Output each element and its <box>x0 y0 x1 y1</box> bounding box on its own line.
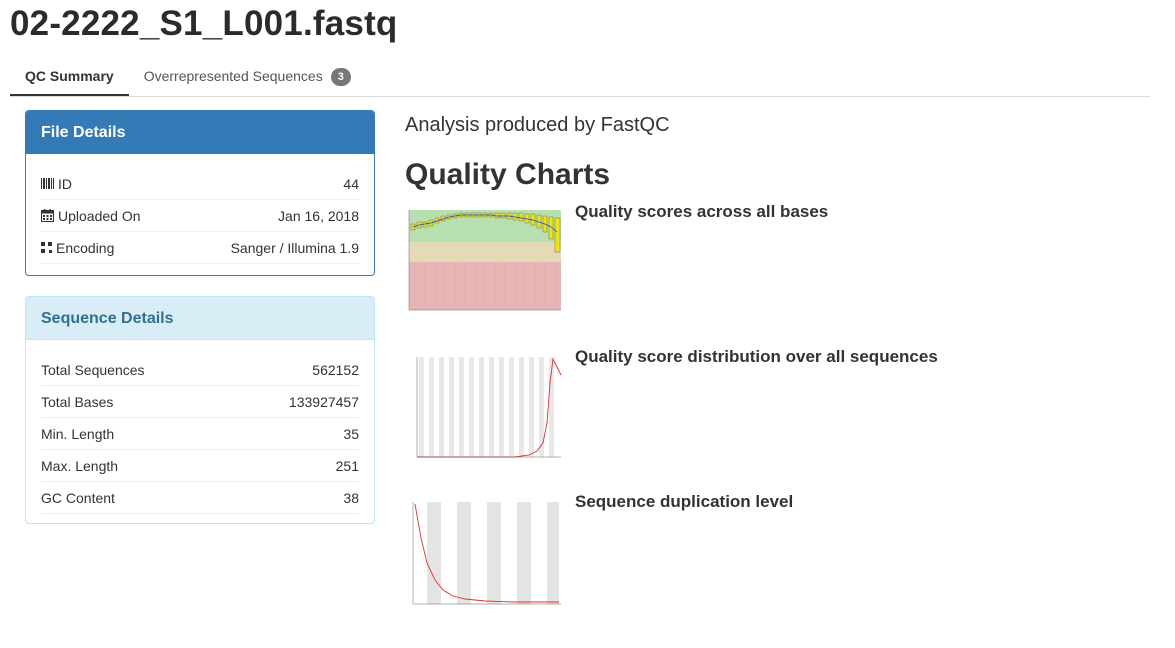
detail-value: 44 <box>343 175 359 192</box>
chart-item-per-base-quality: Quality scores across all bases <box>405 202 1105 318</box>
chart-caption: Quality scores across all bases <box>575 202 829 221</box>
detail-row-gc-content: GC Content 38 <box>41 482 359 514</box>
qrcode-icon <box>41 242 52 253</box>
detail-label: Total Sequences <box>41 361 145 378</box>
quality-score-distribution-thumbnail[interactable] <box>405 353 565 463</box>
detail-value: 35 <box>343 425 359 442</box>
file-details-heading: File Details <box>26 111 374 154</box>
page-title: 02-2222_S1_L001.fastq <box>10 4 398 43</box>
tab-qc-summary[interactable]: QC Summary <box>10 58 129 96</box>
detail-row-max-length: Max. Length 251 <box>41 450 359 482</box>
chart-caption: Sequence duplication level <box>575 492 794 511</box>
chart-item-sequence-duplication: Sequence duplication level <box>405 492 1105 608</box>
tab-label: QC Summary <box>25 68 114 84</box>
tab-overrepresented-sequences[interactable]: Overrepresented Sequences 3 <box>129 58 366 96</box>
detail-label: Total Bases <box>41 393 114 410</box>
count-badge: 3 <box>330 68 351 86</box>
per-base-quality-thumbnail[interactable] <box>405 208 565 318</box>
detail-label: Max. Length <box>41 457 119 474</box>
detail-row-total-bases: Total Bases 133927457 <box>41 386 359 418</box>
chart-item-quality-score-distribution: Quality score distribution over all sequ… <box>405 347 1105 463</box>
detail-row-total-sequences: Total Sequences 562152 <box>41 354 359 386</box>
detail-value: 38 <box>343 489 359 506</box>
sequence-details-panel: Sequence Details Total Sequences 562152 … <box>25 296 375 524</box>
detail-value: 562152 <box>312 361 359 378</box>
detail-value: 133927457 <box>288 393 359 410</box>
quality-charts-heading: Quality Charts <box>405 158 611 191</box>
barcode-icon <box>41 178 54 189</box>
chart-caption: Quality score distribution over all sequ… <box>575 347 938 366</box>
calendar-icon <box>41 209 54 222</box>
analysis-text: Analysis produced by FastQC <box>405 114 670 136</box>
detail-label: Min. Length <box>41 425 115 442</box>
detail-value: Jan 16, 2018 <box>278 207 359 224</box>
sequence-details-heading: Sequence Details <box>26 297 374 340</box>
sequence-duplication-thumbnail[interactable] <box>405 498 565 608</box>
detail-row-uploaded-on: Uploaded On Jan 16, 2018 <box>41 200 359 232</box>
detail-value: Sanger / Illumina 1.9 <box>230 239 359 256</box>
detail-label: Uploaded On <box>58 207 141 224</box>
tab-bar: QC Summary Overrepresented Sequences 3 <box>10 58 1150 97</box>
detail-row-min-length: Min. Length 35 <box>41 418 359 450</box>
detail-label: GC Content <box>41 489 115 506</box>
file-details-panel: File Details ID 44 Uploaded On Jan 16, 2… <box>25 110 375 276</box>
detail-value: 251 <box>335 457 359 474</box>
detail-label: Encoding <box>56 239 115 256</box>
tab-label: Overrepresented Sequences <box>143 68 323 84</box>
detail-label: ID <box>58 175 72 192</box>
detail-row-id: ID 44 <box>41 168 359 200</box>
detail-row-encoding: Encoding Sanger / Illumina 1.9 <box>41 232 359 264</box>
